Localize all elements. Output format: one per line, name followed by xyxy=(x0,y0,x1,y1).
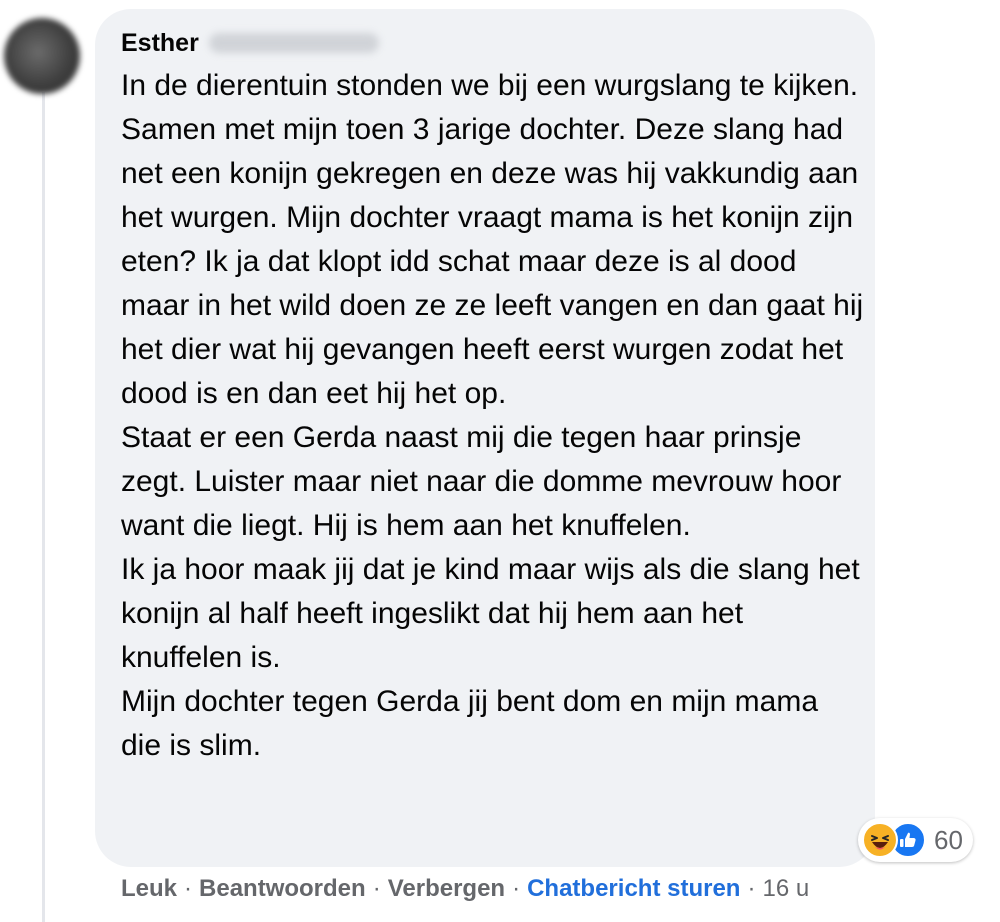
author-name[interactable]: Esther xyxy=(121,29,199,58)
blurred-surname xyxy=(208,33,379,53)
hide-link[interactable]: Verbergen xyxy=(388,875,505,903)
haha-emoji-icon xyxy=(862,822,898,858)
comment-actions: Leuk · Beantwoorden · Verbergen · Chatbe… xyxy=(121,872,809,906)
comment-paragraph: Staat er een Gerda naast mij die tegen h… xyxy=(121,421,842,542)
reply-link[interactable]: Beantwoorden xyxy=(199,875,366,903)
avatar[interactable] xyxy=(4,18,80,94)
comment-text: In de dierentuin stonden we bij een wurg… xyxy=(121,64,866,768)
thread-line xyxy=(42,92,45,922)
separator-dot: · xyxy=(512,875,521,902)
send-message-link[interactable]: Chatbericht sturen xyxy=(527,875,740,903)
comment-paragraph: Ik ja hoor maak jij dat je kind maar wij… xyxy=(121,553,860,674)
separator-dot: · xyxy=(372,875,381,902)
reactions-summary[interactable]: 60 xyxy=(858,818,973,862)
like-link[interactable]: Leuk xyxy=(121,875,177,903)
comment-author-row: Esther xyxy=(121,26,379,60)
comment-paragraph: Mijn dochter tegen Gerda jij bent dom en… xyxy=(121,685,819,762)
reaction-count: 60 xyxy=(934,824,963,855)
comment-paragraph: In de dierentuin stonden we bij een wurg… xyxy=(121,69,864,410)
timestamp[interactable]: 16 u xyxy=(762,875,809,903)
separator-dot: · xyxy=(184,875,193,902)
separator-dot: · xyxy=(747,875,756,902)
